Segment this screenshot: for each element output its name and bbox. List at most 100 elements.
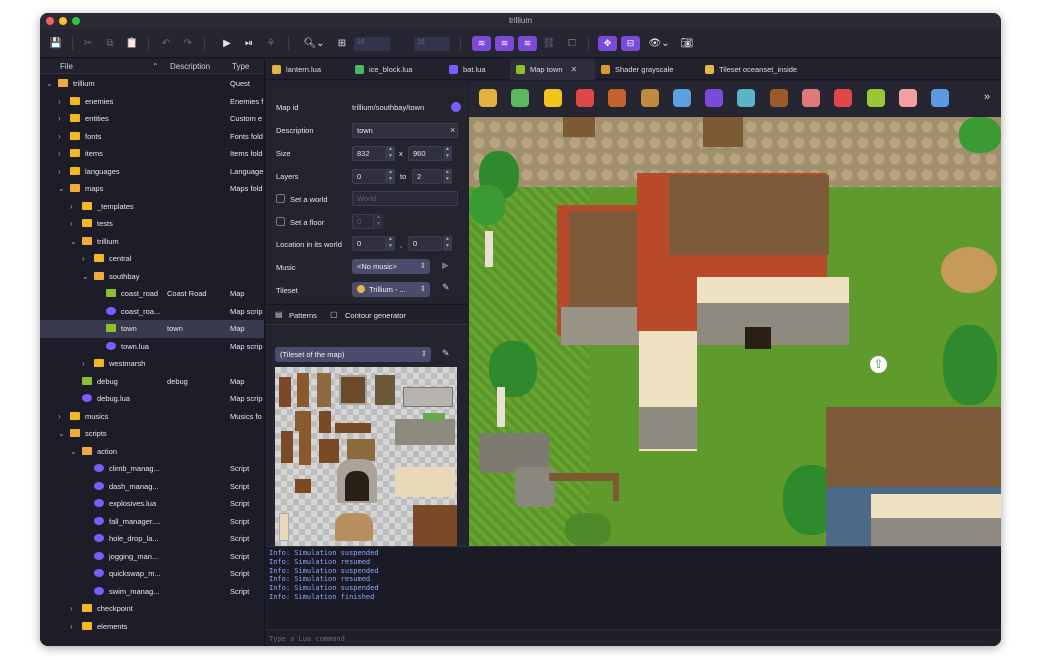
chevron-right-icon[interactable]: › <box>58 114 61 123</box>
grid-icon[interactable]: ⊞ <box>336 36 348 51</box>
tree-sprite[interactable] <box>959 117 1001 153</box>
tree-row[interactable]: climb_manag... Script <box>40 460 264 478</box>
play-icon[interactable]: ▶ <box>221 36 233 51</box>
sort-chevron-icon[interactable]: ⌃ <box>152 62 159 71</box>
layer-2-icon[interactable]: ≋ <box>495 36 514 51</box>
chevron-right-icon[interactable]: › <box>58 149 61 158</box>
heart-icon[interactable] <box>575 89 594 107</box>
house-roof[interactable] <box>826 407 1001 497</box>
chevron-right-icon[interactable]: › <box>82 254 85 263</box>
type-column-header[interactable]: Type <box>232 62 249 71</box>
chevron-right-icon[interactable]: › <box>70 219 73 228</box>
sign-icon[interactable] <box>931 89 950 107</box>
grid-width-input[interactable]: 16 <box>354 37 390 51</box>
copy-icon[interactable]: ⧉ <box>104 36 116 51</box>
set-world-checkbox[interactable] <box>276 194 285 203</box>
sign-sprite[interactable] <box>703 117 743 147</box>
tile-pattern[interactable] <box>395 467 455 497</box>
tab-map-town[interactable]: Map town ✕ <box>510 59 595 80</box>
tile-pattern[interactable] <box>281 431 293 463</box>
lua-script-icon[interactable] <box>451 102 461 112</box>
layer-3-icon[interactable]: ≋ <box>518 36 537 51</box>
tile-pattern[interactable] <box>319 411 331 433</box>
screenshot-icon[interactable]: 📷︎ <box>681 36 694 51</box>
layers-from-stepper[interactable]: ▲ ▼ <box>386 169 395 184</box>
close-tab-icon[interactable]: ✕ <box>571 65 578 74</box>
location-y-stepper[interactable]: ▲ ▼ <box>443 236 452 251</box>
tile-pattern[interactable] <box>295 479 311 493</box>
chevron-down-icon[interactable]: ⌄ <box>58 184 65 193</box>
tile-pattern[interactable] <box>295 411 311 431</box>
tree-row[interactable]: ⌄ action <box>40 443 264 461</box>
tree-row[interactable]: town.lua Map scrip <box>40 338 264 356</box>
edit-tileset-icon[interactable]: ✎ <box>442 282 450 293</box>
tree-row[interactable]: › _templates <box>40 198 264 216</box>
chevron-right-icon[interactable]: › <box>58 412 61 421</box>
tree-row[interactable]: dash_manag... Script <box>40 478 264 496</box>
tree-row[interactable]: › westmarsh <box>40 355 264 373</box>
tree-row[interactable]: debug debug Map <box>40 373 264 391</box>
warning-icon[interactable] <box>543 89 562 107</box>
tile-pattern[interactable] <box>403 387 453 407</box>
layer-1-icon[interactable]: ≋ <box>472 36 491 51</box>
tree-row[interactable]: › musics Musics fo <box>40 408 264 426</box>
tree-row[interactable]: explosives.lua Script <box>40 495 264 513</box>
redo-icon[interactable]: ↷ <box>182 36 194 51</box>
tree-row[interactable]: › checkpoint <box>40 600 264 618</box>
world-input[interactable]: World <box>352 191 458 206</box>
tree-row[interactable]: ⌄ southbay <box>40 268 264 286</box>
stop-icon[interactable] <box>834 89 853 107</box>
tile-pattern[interactable] <box>345 471 369 501</box>
layers-from-input[interactable]: 0 <box>352 169 386 184</box>
layers-to-stepper[interactable]: ▲ ▼ <box>443 169 452 184</box>
test-icon[interactable]: ⚘ <box>265 36 277 51</box>
move-icon[interactable]: ✥ <box>598 36 617 51</box>
chevron-right-icon[interactable]: › <box>82 359 85 368</box>
chevron-right-icon[interactable]: › <box>70 202 73 211</box>
tab-ice-block-lua[interactable]: ice_block.lua <box>349 59 443 80</box>
chevron-right-icon[interactable]: › <box>58 167 61 176</box>
tree-row[interactable]: › enemies Enemies f <box>40 93 264 111</box>
chevron-down-icon[interactable]: ⌄ <box>46 79 53 88</box>
tile-pattern[interactable] <box>297 373 309 407</box>
destination-arrow-sprite[interactable]: ⇧ <box>870 356 887 373</box>
tile-pattern[interactable] <box>339 375 367 405</box>
bush-sprite[interactable] <box>565 513 611 546</box>
unlink-icon[interactable]: ⧠ <box>566 36 578 51</box>
description-input[interactable]: town <box>352 123 458 138</box>
link-icon[interactable]: ⛓ <box>543 36 556 51</box>
tree-row[interactable]: fall_manager.... Script <box>40 513 264 531</box>
view-icon[interactable]: 👁︎⌄ <box>647 36 671 51</box>
paste-icon[interactable]: 📋 <box>126 36 138 51</box>
question-icon[interactable] <box>866 89 885 107</box>
location-x-input[interactable]: 0 <box>352 236 386 251</box>
more-entities-icon[interactable]: » <box>984 91 990 103</box>
tile-pattern[interactable] <box>299 431 311 465</box>
tile-pattern[interactable] <box>279 377 291 407</box>
location-y-input[interactable]: 0 <box>408 236 442 251</box>
lua-command-input[interactable]: Type a Lua command <box>266 629 1001 646</box>
chevron-down-icon[interactable]: ⌄ <box>82 272 89 281</box>
chevron-right-icon[interactable]: › <box>70 604 73 613</box>
edit-pattern-icon[interactable]: ✎ <box>442 348 450 359</box>
size-height-stepper[interactable]: ▲ ▼ <box>443 146 452 161</box>
tree-row[interactable]: › items Items fold <box>40 145 264 163</box>
file-column-header[interactable]: File <box>60 62 73 71</box>
location-x-stepper[interactable]: ▲ ▼ <box>386 236 395 251</box>
tile-pattern[interactable] <box>319 439 339 463</box>
enemy-icon[interactable] <box>705 89 724 107</box>
tab-contour-generator[interactable]: Contour generator <box>345 311 406 320</box>
size-width-stepper[interactable]: ▲ ▼ <box>386 146 395 161</box>
chest-icon[interactable] <box>640 89 659 107</box>
grid-height-input[interactable]: 16 <box>414 37 450 51</box>
undo-icon[interactable]: ↶ <box>160 36 172 51</box>
tab-patterns[interactable]: Patterns <box>289 311 317 320</box>
tile-pattern[interactable] <box>375 375 395 405</box>
tree-row[interactable]: jogging_man... Script <box>40 548 264 566</box>
tree-row[interactable]: ⌄ trillium Quest <box>40 75 264 93</box>
switch-icon[interactable] <box>672 89 691 107</box>
tree-row[interactable]: › tests <box>40 215 264 233</box>
pot-icon[interactable] <box>608 89 627 107</box>
tile-pattern[interactable] <box>423 413 445 421</box>
tree-row[interactable]: town town Map <box>40 320 264 338</box>
